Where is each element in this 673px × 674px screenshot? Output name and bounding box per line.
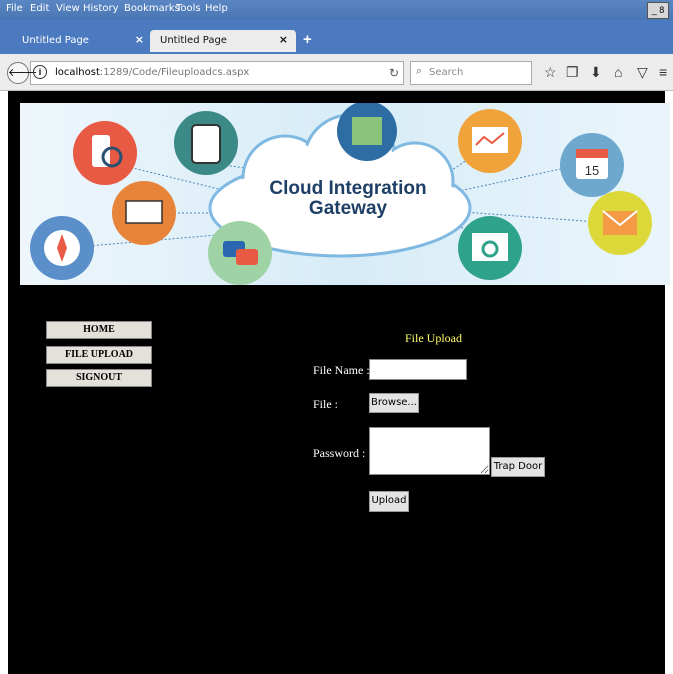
filename-label: File Name : [313,363,370,377]
reload-icon[interactable]: ↻ [389,66,399,80]
tab-label: Untitled Page [160,35,227,46]
pocket-icon[interactable]: ▽ [637,64,648,81]
tab-close-icon[interactable]: × [279,33,288,46]
navigation-bar: localhost:1289/Code/Fileuploadcs.aspx 🡐 … [0,54,673,91]
signout-button[interactable]: SIGNOUT [46,369,152,387]
tab-strip: Untitled Page × Untitled Page × + [0,20,673,54]
clipboard-icon[interactable]: ❐ [566,64,579,81]
browse-button[interactable]: Browse... [369,393,419,413]
hamburger-menu-icon[interactable]: ≡ [659,64,667,80]
url-path: :1289/Code/Fileuploadcs.aspx [99,67,250,78]
filename-input[interactable] [369,359,467,380]
calendar-day: 15 [585,163,599,178]
home-icon[interactable]: ⌂ [614,64,622,80]
download-icon[interactable]: ⬇ [590,64,602,81]
new-tab-button[interactable]: + [303,31,312,48]
form-title: File Upload [405,331,462,345]
search-icon: ⌕ [416,65,423,77]
upload-button[interactable]: Upload [369,491,409,512]
menu-tools[interactable]: Tools [176,3,201,14]
password-label: Password : [313,446,366,460]
file-upload-button[interactable]: FILE UPLOAD [46,346,152,364]
info-icon[interactable]: i [33,65,47,79]
page-content: 15 Cloud Integration Gateway HOME FILE U… [8,91,670,674]
menu-file[interactable]: File [6,3,23,14]
search-bar[interactable]: ⌕ Search [410,61,532,85]
window-restore-button[interactable]: _ 8 [647,2,669,19]
file-label: File : [313,397,339,411]
banner-title-line1: Cloud Integration [269,178,427,199]
tab-label: Untitled Page [22,35,89,46]
tab-untitled-page-2[interactable]: Untitled Page × [150,30,296,52]
url-bar[interactable]: localhost:1289/Code/Fileuploadcs.aspx [30,61,404,85]
menu-bookmarks[interactable]: Bookmarks [124,3,180,14]
banner-image: 15 Cloud Integration Gateway [20,103,670,285]
menu-bar: File Edit View History Bookmarks Tools H… [0,0,673,20]
password-input[interactable] [369,427,490,475]
star-icon[interactable]: ☆ [544,64,557,81]
menu-edit[interactable]: Edit [30,3,49,14]
menu-view[interactable]: View [56,3,80,14]
tab-close-icon[interactable]: × [135,33,144,46]
trap-door-button[interactable]: Trap Door [491,457,545,477]
home-button[interactable]: HOME [46,321,152,339]
banner-title-line2: Gateway [308,198,388,219]
back-arrow-icon[interactable]: 🡐 [7,62,38,84]
url-host: localhost [55,67,100,78]
tab-untitled-page-1[interactable]: Untitled Page × [12,30,152,52]
url-text[interactable]: localhost:1289/Code/Fileuploadcs.aspx [55,67,249,78]
menu-history[interactable]: History [83,3,119,14]
menu-help[interactable]: Help [205,3,228,14]
search-placeholder: Search [429,67,464,78]
